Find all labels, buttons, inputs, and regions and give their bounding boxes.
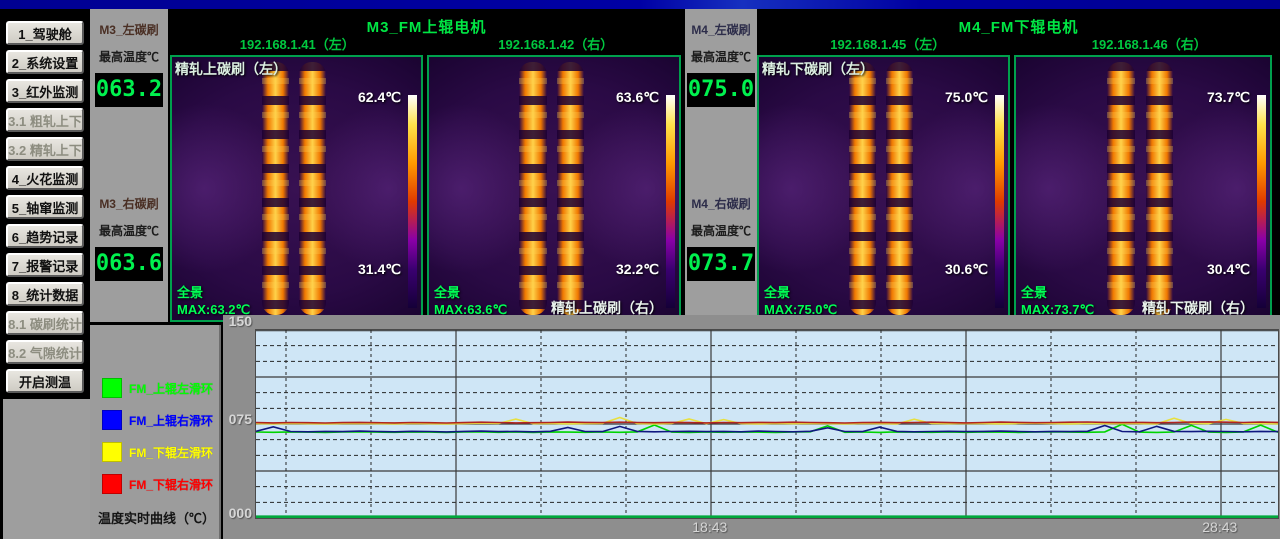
m4-right-brush-label: M4_右碳刷: [685, 195, 757, 212]
sidebar-button-list: 1_驾驶舱 2_系统设置 3_红外监测 3.1 粗轧上下 3.2 精轧上下 4_火花监测 5…: [0, 9, 90, 393]
sidebar-item-rough-mill-ud[interactable]: 3.1 粗轧上下: [6, 108, 84, 132]
thermal-image-m4-right: 精轧下碳刷（右） 73.7℃ 30.4℃ 全景 MAX:73.7℃: [1014, 55, 1272, 322]
legend-swatch: [102, 442, 122, 462]
x-axis-label: 18:43: [692, 519, 727, 535]
m3-left-brush-temp-display: 063.2: [95, 73, 163, 107]
scale-max-temp: 73.7℃: [1207, 89, 1250, 106]
m3-right-brush-label: M3_右碳刷: [90, 195, 168, 212]
legend-swatch: [102, 378, 122, 398]
panorama-label: 全景: [434, 282, 460, 301]
legend-swatch: [102, 410, 122, 430]
sidebar-item-trend-record[interactable]: 6_趋势记录: [6, 224, 84, 248]
trend-legend-panel: FM_上辊左滑环 FM_上辊右滑环 FM_下辊左滑环 FM_下辊右滑环 温度实时曲线（…: [90, 325, 221, 539]
title-strip: [0, 0, 1280, 9]
legend-label: FM_上辊左滑环: [129, 380, 213, 397]
sidebar-filler: [3, 399, 90, 539]
y-axis-label: 000: [225, 505, 252, 521]
sidebar-item-spark-monitor[interactable]: 4_火花监测: [6, 166, 84, 190]
temperature-scalebar: [666, 95, 675, 308]
temperature-scalebar: [995, 95, 1004, 308]
hmi-screen: 1_驾驶舱 2_系统设置 3_红外监测 3.1 粗轧上下 3.2 精轧上下 4_火花监测 5…: [0, 0, 1280, 539]
sidebar-item-infrared-monitor[interactable]: 3_红外监测: [6, 79, 84, 103]
trend-chart-title: 温度实时曲线（℃）: [98, 508, 215, 527]
legend-label: FM_下辊左滑环: [129, 444, 213, 461]
trend-plot-area: [255, 329, 1279, 519]
sidebar-item-alarm-record[interactable]: 7_报警记录: [6, 253, 84, 277]
max-temp-caption: 最高温度℃: [685, 48, 757, 65]
max-temp-caption: 最高温度℃: [90, 222, 168, 239]
max-temp-caption: 最高温度℃: [90, 48, 168, 65]
m4-brush-panel: M4_左碳刷 最高温度℃ 075.0 M4_右碳刷 最高温度℃ 073.7: [685, 9, 757, 322]
sidebar-item-cockpit[interactable]: 1_驾驶舱: [6, 21, 84, 45]
m3-brush-panel: M3_左碳刷 最高温度℃ 063.2 M3_右碳刷 最高温度℃ 063.6: [90, 9, 168, 322]
trend-chart-frame: 150 075 000 18:43 28:43: [223, 315, 1280, 539]
m4-right-camera-ip: 192.168.1.46（右）: [1019, 34, 1280, 53]
thermal-image-m3-right: 精轧上碳刷（右） 63.6℃ 32.2℃ 全景 MAX:63.6℃: [427, 55, 681, 322]
m4-left-brush-label: M4_左碳刷: [685, 21, 757, 38]
x-axis-label: 28:43: [1202, 519, 1237, 535]
m3-camera-header: M3_FM上辊电机 192.168.1.41（左） 192.168.1.42（右…: [168, 9, 685, 55]
m3-right-camera-ip: 192.168.1.42（右）: [427, 34, 686, 53]
trend-series: [256, 422, 1278, 423]
m3-left-brush-label: M3_左碳刷: [90, 21, 168, 38]
panorama-label: 全景: [1021, 282, 1047, 301]
thermal-caption: 精轧下碳刷（左）: [762, 59, 874, 79]
legend-label: FM_下辊右滑环: [129, 476, 213, 493]
m4-left-camera-ip: 192.168.1.45（左）: [757, 34, 1019, 53]
sidebar-item-stats-data[interactable]: 8_统计数据: [6, 282, 84, 306]
m4-right-brush-temp-display: 073.7: [687, 247, 755, 281]
thermal-image-m3-left: 精轧上碳刷（左） 62.4℃ 31.4℃ 全景 MAX:63.2℃: [170, 55, 423, 322]
sidebar-item-brush-stats[interactable]: 8.1 碳刷统计: [6, 311, 84, 335]
legend-swatch: [102, 474, 122, 494]
legend-label: FM_上辊右滑环: [129, 412, 213, 429]
panorama-label: 全景: [764, 282, 790, 301]
panorama-label: 全景: [177, 282, 203, 301]
scale-min-temp: 32.2℃: [616, 261, 659, 278]
scale-max-temp: 63.6℃: [616, 89, 659, 106]
scale-min-temp: 30.6℃: [945, 261, 988, 278]
temperature-scalebar: [408, 95, 417, 308]
thermal-image-m4-left: 精轧下碳刷（左） 75.0℃ 30.6℃ 全景 MAX:75.0℃: [757, 55, 1010, 322]
m4-camera-header: M4_FM下辊电机 192.168.1.45（左） 192.168.1.46（右…: [757, 9, 1280, 55]
m3-right-brush-temp-display: 063.6: [95, 247, 163, 281]
m4-left-brush-temp-display: 075.0: [687, 73, 755, 107]
sidebar-item-finish-mill-ud[interactable]: 3.2 精轧上下: [6, 137, 84, 161]
sidebar-item-start-measure[interactable]: 开启测温: [6, 369, 84, 393]
scale-min-temp: 30.4℃: [1207, 261, 1250, 278]
scale-max-temp: 62.4℃: [358, 89, 401, 106]
scale-min-temp: 31.4℃: [358, 261, 401, 278]
sidebar-item-shaft-monitor[interactable]: 5_轴窜监测: [6, 195, 84, 219]
scale-max-temp: 75.0℃: [945, 89, 988, 106]
thermal-caption: 精轧上碳刷（左）: [175, 59, 287, 79]
sidebar-item-system-settings[interactable]: 2_系统设置: [6, 50, 84, 74]
legend-item: FM_下辊左滑环: [102, 441, 213, 463]
max-temp-caption: 最高温度℃: [685, 222, 757, 239]
trend-series: [256, 426, 1278, 432]
y-axis-label: 150: [225, 313, 252, 329]
temperature-scalebar: [1257, 95, 1266, 308]
legend-item: FM_上辊左滑环: [102, 377, 213, 399]
legend-item: FM_下辊右滑环: [102, 473, 213, 495]
legend-item: FM_上辊右滑环: [102, 409, 213, 431]
sidebar-item-airgap-stats[interactable]: 8.2 气隙统计: [6, 340, 84, 364]
m3-left-camera-ip: 192.168.1.41（左）: [168, 34, 427, 53]
y-axis-label: 075: [225, 411, 252, 427]
sidebar-nav: 1_驾驶舱 2_系统设置 3_红外监测 3.1 粗轧上下 3.2 精轧上下 4_火花监测 5…: [0, 9, 90, 539]
